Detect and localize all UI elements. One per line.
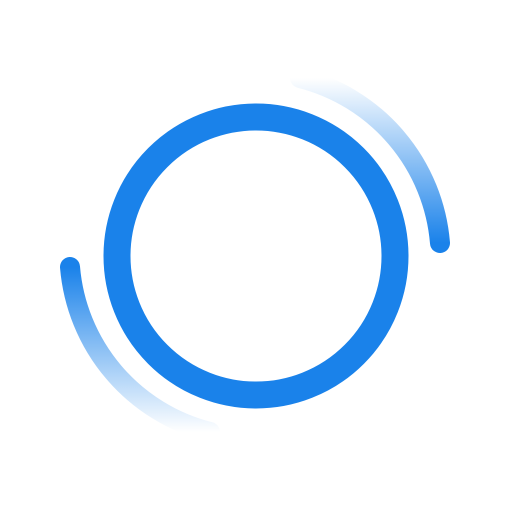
refresh-icon-canvas — [0, 0, 510, 510]
center-ring-icon — [103, 103, 409, 409]
refresh-loader-icon — [60, 68, 450, 442]
